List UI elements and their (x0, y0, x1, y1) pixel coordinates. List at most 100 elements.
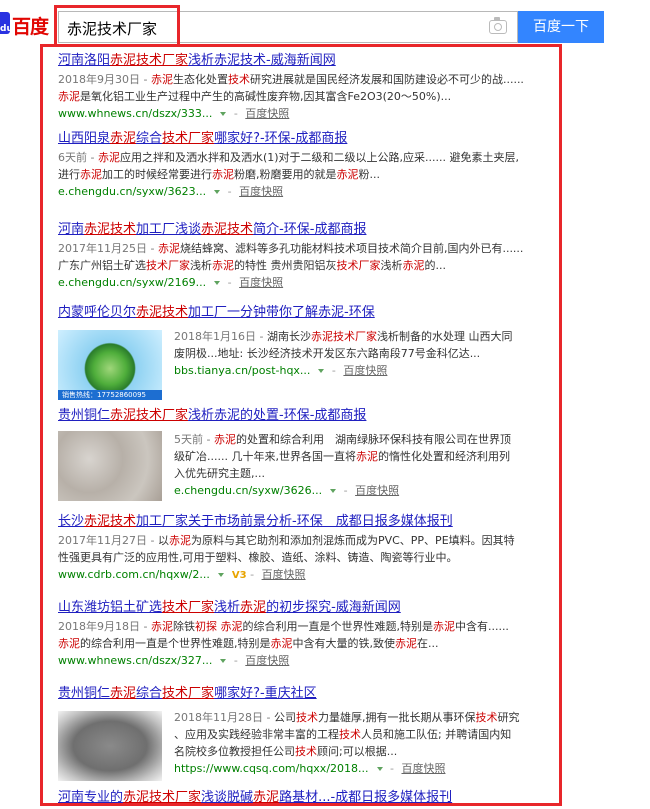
result-title-link[interactable]: 长沙赤泥技术加工厂家关于市场前景分析-环保 成都日报多媒体报刊 (58, 513, 558, 530)
keyword-highlight[interactable]: 赤泥技术 (84, 514, 136, 529)
keyword-highlight[interactable]: 赤泥技术厂家 (110, 408, 188, 423)
keyword-highlight[interactable]: 赤泥 (110, 131, 136, 146)
text-segment[interactable]: 河南洛阳 (58, 53, 110, 68)
text-segment[interactable]: 加工厂浅谈 (136, 222, 201, 237)
dropdown-arrow-icon[interactable] (318, 368, 325, 373)
text-segment[interactable]: 内蒙呼伦贝尔 (58, 305, 136, 320)
cache-link[interactable]: 百度快照 (245, 107, 289, 120)
text-segment[interactable]: 路基材...-成都日报多媒体报刊 (279, 790, 452, 805)
text-segment[interactable]: 哪家好?-重庆社区 (214, 686, 317, 701)
text-segment: 级矿冶...... 几十年来,世界各国一直将 (174, 450, 356, 463)
cache-link[interactable]: 百度快照 (239, 276, 283, 289)
keyword-highlight[interactable]: 赤泥 (110, 686, 136, 701)
text-segment: 除铁 (172, 620, 195, 633)
trust-badge[interactable]: V3 (232, 570, 247, 581)
text-segment[interactable]: 哪家好?-环保-成都商报 (214, 131, 347, 146)
cache-link[interactable]: 百度快照 (401, 762, 445, 775)
text-segment[interactable]: 山西阳泉 (58, 131, 110, 146)
result-title-link[interactable]: 山西阳泉赤泥综合技术厂家哪家好?-环保-成都商报 (58, 130, 558, 147)
text-segment[interactable]: 山东潍坊铝土矿选 (58, 600, 162, 615)
keyword-highlight[interactable]: 技术厂家 (162, 686, 214, 701)
cache-link[interactable]: 百度快照 (262, 568, 306, 581)
baidu-logo[interactable]: du 百度 (0, 8, 52, 38)
result-title-link[interactable]: 内蒙呼伦贝尔赤泥技术加工厂一分钟带你了解赤泥-环保 (58, 304, 558, 321)
text-segment[interactable]: 河南专业的 (58, 790, 123, 805)
result-abstract: 5天前 - 赤泥的处置和综合利用 湖南绿脉环保科技有限公司在世界顶 级矿冶....… (174, 431, 558, 482)
result-title-link[interactable]: 河南洛阳赤泥技术厂家浅析赤泥技术-威海新闻网 (58, 52, 558, 69)
text-segment[interactable]: 简介-环保-成都商报 (253, 222, 366, 237)
result-date: 2018年1月16日 - (174, 330, 267, 343)
keyword-highlight: 赤泥 (150, 620, 173, 633)
keyword-highlight[interactable]: 赤泥技术厂家 (123, 790, 201, 805)
separator: - (224, 185, 236, 198)
text-segment[interactable]: 贵州铜仁 (58, 686, 110, 701)
result-url[interactable]: https://www.cqsq.com/hqxx/2018... (174, 762, 369, 775)
result-item: 贵州铜仁赤泥综合技术厂家哪家好?-重庆社区 2018年11月28日 - 公司技术力… (58, 685, 558, 781)
text-segment[interactable]: 浅析赤泥的处置-环保-成都商报 (188, 408, 366, 423)
thumbnail-caption: 销售热线：17752860095 (58, 390, 162, 400)
text-segment[interactable]: 的初步探究-威海新闻网 (266, 600, 401, 615)
result-title-link[interactable]: 河南专业的赤泥技术厂家浅谈脱碱赤泥路基材...-成都日报多媒体报刊 (58, 789, 558, 806)
keyword-highlight[interactable]: 赤泥技术 (136, 305, 188, 320)
text-segment: 烧结蜂窝、滤料等多孔功能材料技术项目技术简介目前,国内外已有...... (179, 242, 524, 255)
keyword-highlight: 赤泥 (432, 620, 455, 633)
keyword-highlight: 赤泥技术厂家 (310, 330, 377, 343)
dropdown-arrow-icon[interactable] (214, 280, 221, 285)
keyword-highlight[interactable]: 赤泥技术 (201, 222, 253, 237)
result-url[interactable]: www.whnews.cn/dszx/327... (58, 654, 212, 667)
text-segment: 入优先研究主题,... (174, 467, 265, 480)
result-title-link[interactable]: 山东潍坊铝土矿选技术厂家浅析赤泥的初步探究-威海新闻网 (58, 599, 558, 616)
text-segment[interactable]: 浅析 (214, 600, 240, 615)
dropdown-arrow-icon[interactable] (217, 572, 224, 577)
text-segment[interactable]: 贵州铜仁 (58, 408, 110, 423)
result-thumbnail[interactable] (58, 711, 162, 781)
result-thumbnail[interactable] (58, 431, 162, 501)
text-segment[interactable]: 长沙 (58, 514, 84, 529)
cache-link[interactable]: 百度快照 (343, 364, 387, 377)
abstract-line: 赤泥的综合利用一直是个世界性难题,特别是赤泥中含有大量的铁,致使赤泥在... (58, 635, 558, 652)
cache-link[interactable]: 百度快照 (355, 484, 399, 497)
text-segment: 性强更具有广泛的应用性,可用于塑料、橡胶、造纸、涂料、铸造、陶瓷等行业中。 (58, 551, 458, 564)
result-url[interactable]: www.whnews.cn/dszx/333... (58, 107, 212, 120)
text-segment[interactable]: 浅谈脱碱 (201, 790, 253, 805)
text-segment[interactable]: 关于市场前景分析-环保 成都日报多媒体报刊 (188, 514, 453, 529)
result-title-link[interactable]: 贵州铜仁赤泥技术厂家浅析赤泥的处置-环保-成都商报 (58, 407, 558, 424)
keyword-highlight[interactable]: 赤泥技术厂家 (110, 53, 188, 68)
dropdown-arrow-icon[interactable] (214, 189, 221, 194)
result-title-link[interactable]: 贵州铜仁赤泥综合技术厂家哪家好?-重庆社区 (58, 685, 558, 702)
text-segment[interactable]: 综合 (136, 686, 162, 701)
text-segment[interactable]: 河南 (58, 222, 84, 237)
search-button[interactable]: 百度一下 (518, 11, 604, 43)
camera-icon[interactable] (489, 17, 507, 34)
keyword-highlight[interactable]: 赤泥 (240, 600, 266, 615)
text-segment[interactable]: 加工厂一分钟带你了解赤泥-环保 (188, 305, 375, 320)
result-url[interactable]: e.chengdu.cn/syxw/3626... (174, 484, 322, 497)
dropdown-arrow-icon[interactable] (220, 658, 227, 663)
result-url[interactable]: bbs.tianya.cn/post-hqx... (174, 364, 310, 377)
keyword-highlight[interactable]: 技术厂家 (162, 131, 214, 146)
result-item: 贵州铜仁赤泥技术厂家浅析赤泥的处置-环保-成都商报 5天前 - 赤泥的处置和综合利… (58, 407, 558, 501)
result-url[interactable]: e.chengdu.cn/syxw/2169... (58, 276, 206, 289)
text-segment: 的... (424, 259, 447, 272)
keyword-highlight[interactable]: 技术厂家 (162, 600, 214, 615)
text-segment: 浅析制备的水处理 山西大同 (376, 330, 513, 343)
text-segment[interactable]: 浅析赤泥技术-威海新闻网 (188, 53, 336, 68)
result-abstract: 2018年9月18日 - 赤泥除铁初探 赤泥的综合利用一直是个世界性难题,特别是… (58, 618, 558, 652)
result-item: 长沙赤泥技术加工厂家关于市场前景分析-环保 成都日报多媒体报刊 2017年11月2… (58, 513, 558, 584)
dropdown-arrow-icon[interactable] (220, 111, 227, 116)
text-segment: 研究 (497, 711, 520, 724)
text-segment[interactable]: 加工厂家 (136, 514, 188, 529)
result-title-link[interactable]: 河南赤泥技术加工厂浅谈赤泥技术简介-环保-成都商报 (58, 221, 558, 238)
result-abstract: 2017年11月27日 - 以赤泥为原料与其它助剂和添加剂混炼而成为PVC、PP… (58, 532, 558, 566)
text-segment[interactable]: 综合 (136, 131, 162, 146)
keyword-highlight[interactable]: 赤泥技术 (84, 222, 136, 237)
cache-link[interactable]: 百度快照 (239, 185, 283, 198)
result-thumbnail[interactable]: 销售热线：17752860095 (58, 330, 162, 400)
result-url[interactable]: www.cdrb.com.cn/hqxw/2... (58, 568, 210, 581)
keyword-highlight[interactable]: 赤泥 (253, 790, 279, 805)
dropdown-arrow-icon[interactable] (376, 766, 383, 771)
dropdown-arrow-icon[interactable] (330, 488, 337, 493)
keyword-highlight: 赤泥 (58, 90, 80, 103)
result-url[interactable]: e.chengdu.cn/syxw/3623... (58, 185, 206, 198)
cache-link[interactable]: 百度快照 (245, 654, 289, 667)
